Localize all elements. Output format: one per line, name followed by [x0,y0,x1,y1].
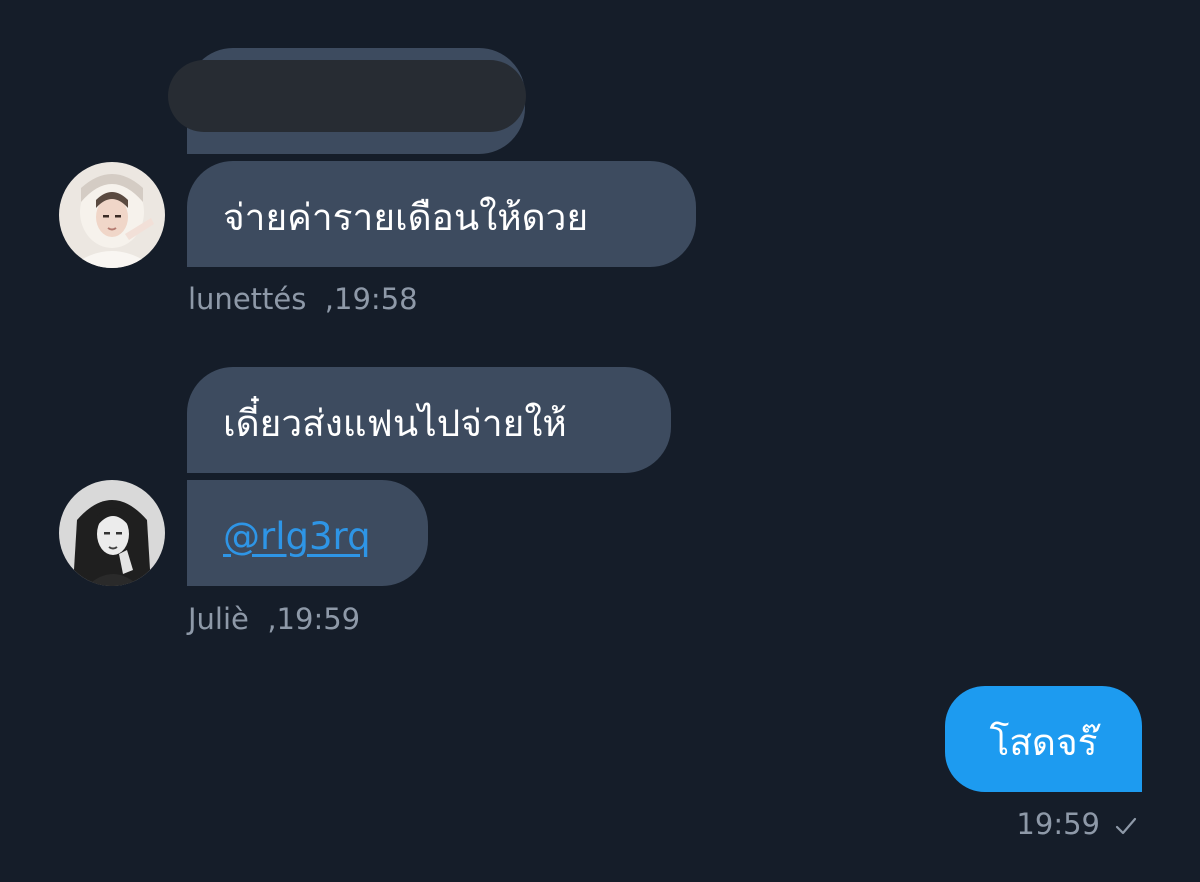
message-text: เดี๋ยวส่งแฟนไปจ่ายให้ [223,401,567,445]
avatar-image [59,162,165,268]
message-meta: lunettés ,19:58 [188,285,418,314]
meta-separator: , [258,602,277,636]
message-text: โสดจร๊ [989,720,1098,764]
mention-link[interactable]: @rlg3rq [223,512,371,555]
sender-name[interactable]: Juliè [188,602,249,636]
message-text: จ่ายค่ารายเดือนให้ดวย [223,195,589,239]
sender-name[interactable]: lunettés [188,282,306,316]
meta-separator: , [315,282,335,316]
message-meta: Juliè ,19:59 [188,605,360,634]
message-time: 19:59 [276,602,361,636]
sent-message-bubble[interactable]: โสดจร๊ [945,686,1142,792]
sent-check-icon [1114,812,1138,841]
message-bubble[interactable]: เดี๋ยวส่งแฟนไปจ่ายให้ [187,367,671,473]
avatar-image [59,480,165,586]
dm-conversation: { "messages": [ { "sender": "lunettés", … [0,0,1200,882]
redaction-mark [168,60,526,132]
message-bubble[interactable]: @rlg3rq [187,480,428,586]
avatar-lunettes[interactable] [59,162,165,268]
message-meta: 19:59 [1016,810,1138,841]
message-bubble[interactable]: จ่ายค่ารายเดือนให้ดวย [187,161,696,267]
message-time: 19:59 [1016,807,1100,841]
avatar-julie[interactable] [59,480,165,586]
message-time: 19:58 [334,282,418,316]
